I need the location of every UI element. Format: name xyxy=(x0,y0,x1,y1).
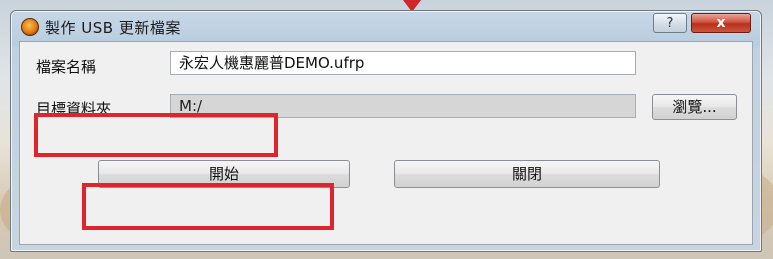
highlight-box-target-folder xyxy=(34,113,278,157)
filename-field[interactable]: 永宏人機惠麗普DEMO.ufrp xyxy=(170,51,636,75)
highlight-box-start-button xyxy=(82,183,334,230)
title-bar[interactable]: 製作 USB 更新檔案 ? x xyxy=(11,11,761,41)
close-window-button[interactable]: x xyxy=(691,13,751,33)
browse-button[interactable]: 瀏覽... xyxy=(652,94,737,120)
app-icon xyxy=(21,18,39,36)
help-button[interactable]: ? xyxy=(653,13,687,33)
close-button[interactable]: 關閉 xyxy=(394,160,660,188)
filename-label: 檔案名稱 xyxy=(36,58,97,76)
dialog-title: 製作 USB 更新檔案 xyxy=(45,19,181,37)
